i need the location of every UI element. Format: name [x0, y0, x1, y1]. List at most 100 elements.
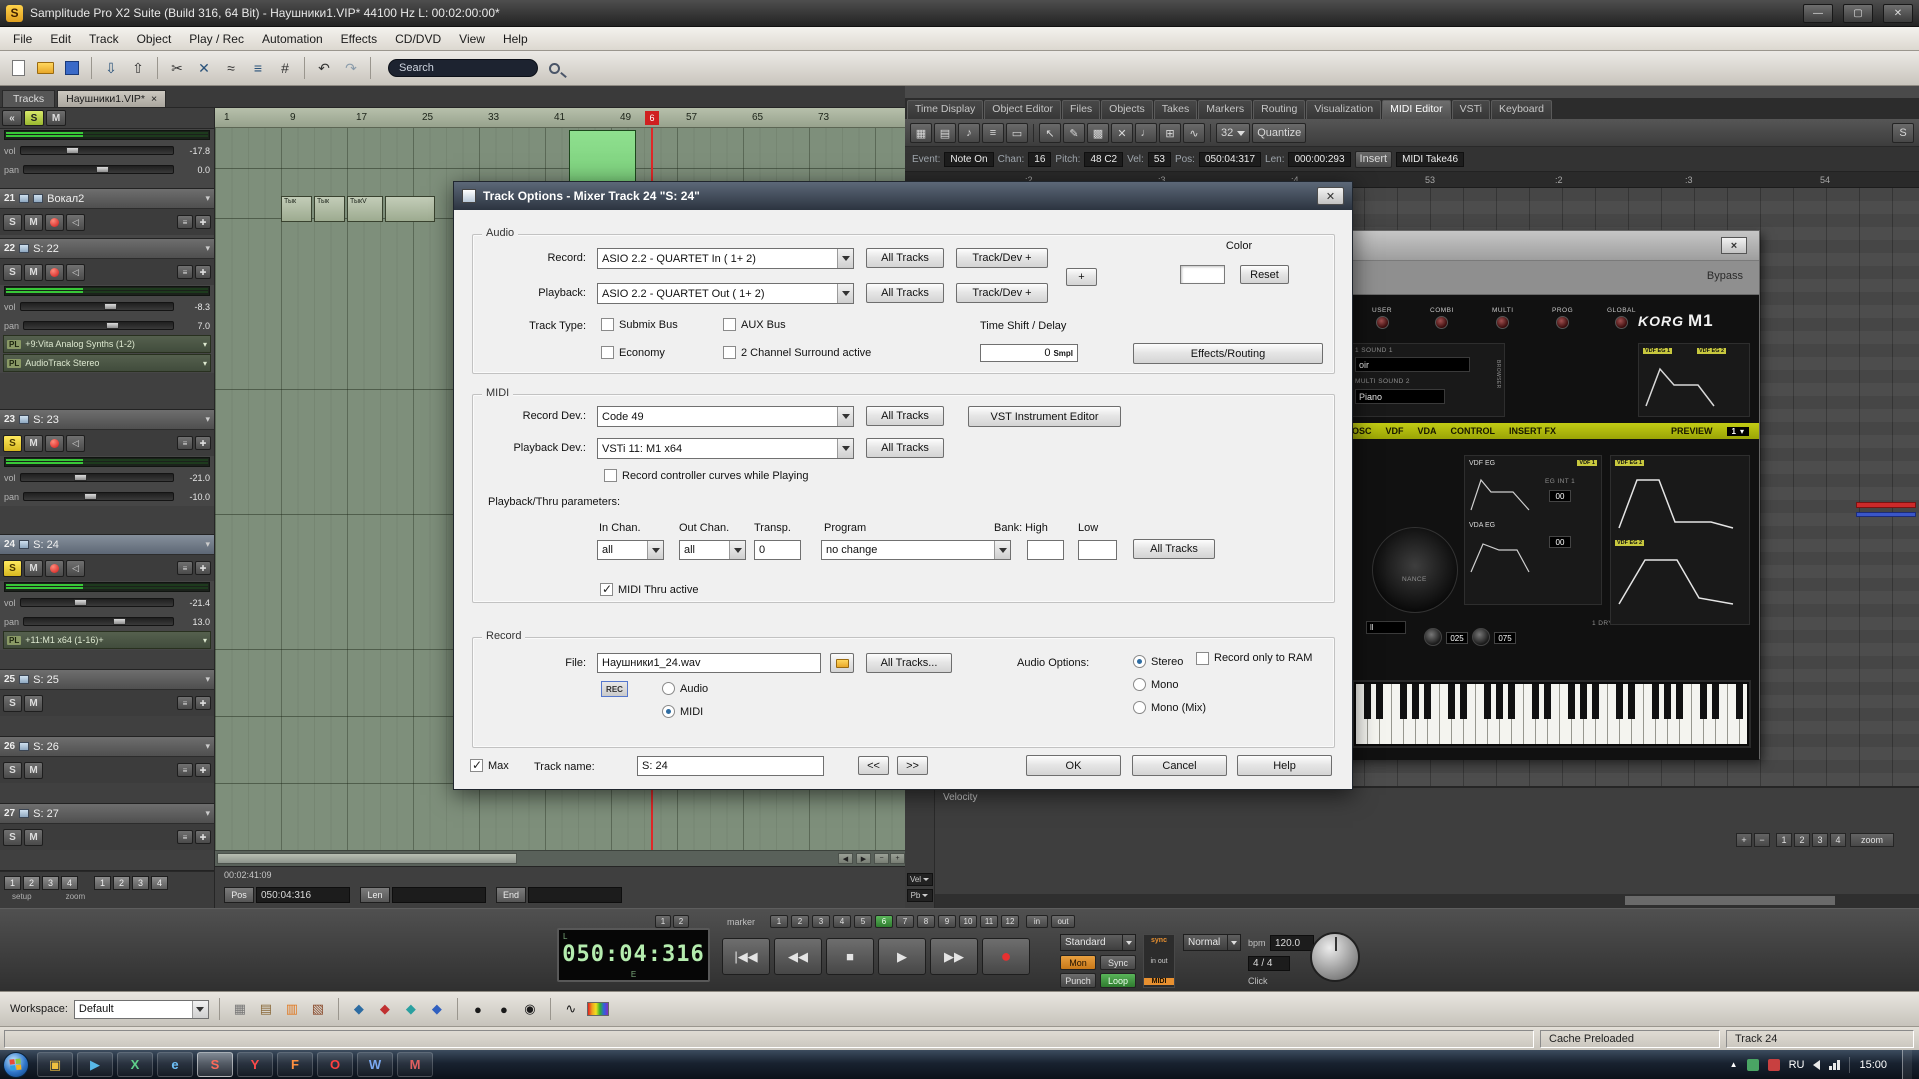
track-settings-icon[interactable]: ✚: [195, 265, 211, 279]
black-keys[interactable]: [1356, 684, 1747, 719]
take-combo[interactable]: MIDI Take46: [1396, 151, 1465, 167]
tab-visualization[interactable]: Visualization: [1306, 100, 1382, 119]
sync-button[interactable]: Sync: [1100, 955, 1136, 970]
track-settings-icon[interactable]: ✚: [195, 696, 211, 710]
sync-midi-panel[interactable]: sync in out MIDI: [1143, 934, 1175, 988]
mute-all-button[interactable]: M: [46, 110, 66, 126]
range-1-button[interactable]: 1: [655, 915, 671, 928]
mute-button[interactable]: M: [24, 761, 43, 779]
bypass-label[interactable]: Bypass: [1707, 270, 1743, 282]
zoom-4-button[interactable]: 4: [151, 876, 168, 890]
plugin-slot[interactable]: PL +11:M1 x64 (1-16)+ ▾: [3, 631, 211, 649]
selection-tool-icon[interactable]: ↖: [1039, 123, 1061, 143]
erase-tool-icon[interactable]: ✕: [1111, 123, 1133, 143]
time-signature-field[interactable]: 4 / 4: [1248, 956, 1290, 971]
freeze-icon[interactable]: ≡: [177, 215, 193, 229]
zoom-out-icon[interactable]: −: [874, 853, 889, 864]
tab-markers[interactable]: Markers: [1198, 100, 1253, 119]
pitchbend-lane-combo[interactable]: Pb: [906, 889, 933, 902]
loop-button[interactable]: Loop: [1100, 973, 1136, 988]
menu-help[interactable]: Help: [494, 28, 537, 50]
zoom-combo[interactable]: zoom: [1850, 833, 1894, 847]
osc-tab[interactable]: OSC: [1352, 426, 1372, 436]
menu-cddvd[interactable]: CD/DVD: [386, 28, 450, 50]
volume-slider[interactable]: [19, 146, 174, 155]
save-project-icon[interactable]: [60, 56, 84, 80]
scroll-right-icon[interactable]: ▶: [856, 853, 871, 864]
pan-slider[interactable]: [23, 165, 174, 174]
tray-app-icon[interactable]: [1767, 1058, 1780, 1071]
grid-view-icon[interactable]: ▦: [230, 999, 250, 1019]
insert-fx-tab[interactable]: INSERT FX: [1509, 426, 1556, 436]
mouse-mode-blue-icon[interactable]: ◉: [520, 999, 540, 1019]
export-audio-icon[interactable]: ⇧: [126, 56, 150, 80]
menu-automation[interactable]: Automation: [253, 28, 332, 50]
tab-keyboard[interactable]: Keyboard: [1491, 100, 1552, 119]
marker-6[interactable]: 6: [645, 111, 659, 125]
tab-objects[interactable]: Objects: [1101, 100, 1153, 119]
mono-mix-radio[interactable]: Mono (Mix): [1133, 701, 1206, 714]
eg-int-value[interactable]: 00: [1549, 490, 1571, 502]
zoom-in-button[interactable]: +: [1736, 833, 1752, 847]
record-file-field[interactable]: Наушники1_24.wav: [597, 653, 821, 673]
stereo-radio[interactable]: Stereo: [1133, 655, 1183, 668]
tab-files[interactable]: Files: [1062, 100, 1101, 119]
audio-object[interactable]: Тык: [314, 196, 345, 222]
punch-in-button[interactable]: in: [1026, 915, 1048, 928]
taskbar-excel[interactable]: X: [117, 1052, 153, 1077]
punch-button[interactable]: Punch: [1060, 973, 1096, 988]
bank-high-field[interactable]: [1027, 540, 1064, 560]
browse-folder-button[interactable]: [830, 653, 854, 673]
menu-edit[interactable]: Edit: [41, 28, 80, 50]
menu-view[interactable]: View: [450, 28, 494, 50]
dry-wet-knob-2[interactable]: [1472, 628, 1490, 646]
ok-button[interactable]: OK: [1026, 755, 1121, 776]
browser-label[interactable]: BROWSER: [1495, 360, 1501, 389]
record-audio-radio[interactable]: Audio: [662, 682, 708, 695]
zoom-preset-4[interactable]: 4: [1830, 833, 1846, 847]
track-header[interactable]: 23 S: 23 ▾: [0, 410, 214, 430]
color-reset-button[interactable]: Reset: [1240, 265, 1289, 284]
glue-tool-icon[interactable]: ∿: [1183, 123, 1205, 143]
freeze-icon[interactable]: ≡: [177, 561, 193, 575]
tab-object-editor[interactable]: Object Editor: [984, 100, 1061, 119]
magnet-tool-icon[interactable]: ⊞: [1159, 123, 1181, 143]
midi-params-all-tracks-button[interactable]: All Tracks: [1133, 539, 1215, 559]
start-button[interactable]: [3, 1051, 29, 1078]
tab-vsti[interactable]: VSTi: [1451, 100, 1490, 119]
collapse-panel-button[interactable]: «: [2, 110, 22, 126]
time-shift-field[interactable]: 0 Smpl: [980, 344, 1078, 362]
freeze-icon[interactable]: ≡: [177, 830, 193, 844]
tempo-mode-combo[interactable]: Normal: [1183, 934, 1241, 951]
sound-name-field[interactable]: oir: [1355, 357, 1470, 372]
setup-3-button[interactable]: 3: [42, 876, 59, 890]
record-all-tracks-button[interactable]: All Tracks: [866, 248, 944, 268]
vda-value[interactable]: 00: [1549, 536, 1571, 548]
quantize-button[interactable]: Quantize: [1252, 123, 1307, 143]
note-tool-icon[interactable]: ♩: [1135, 123, 1157, 143]
multi-knob[interactable]: MULTI: [1492, 307, 1514, 329]
track-settings-icon[interactable]: ✚: [195, 763, 211, 777]
combi-knob[interactable]: COMBI: [1430, 307, 1454, 329]
zoom-2-button[interactable]: 2: [113, 876, 130, 890]
score-editor-icon[interactable]: ▭: [1006, 123, 1028, 143]
click-label[interactable]: Click: [1248, 976, 1268, 986]
cut-icon[interactable]: ✂: [165, 56, 189, 80]
record-arm-button[interactable]: [45, 213, 64, 231]
midi-record-device-combo[interactable]: Code 49: [597, 406, 854, 427]
piano-keyboard[interactable]: [1352, 680, 1751, 748]
mixer-icon[interactable]: ≡: [246, 56, 270, 80]
redo-icon[interactable]: ↷: [339, 56, 363, 80]
user-knob[interactable]: USER: [1372, 307, 1392, 329]
timeline-ruler[interactable]: 19 17 25 33 41 49 57 65 73: [215, 108, 905, 128]
forward-button[interactable]: ▶▶: [930, 938, 978, 975]
color-swatch[interactable]: [1180, 265, 1225, 284]
plugin-slot[interactable]: PL AudioTrack Stereo ▾: [3, 354, 211, 372]
marker-4-button[interactable]: 4: [833, 915, 851, 928]
track-header-active[interactable]: 24 S: 24 ▾: [0, 535, 214, 555]
solo-button[interactable]: S: [3, 263, 22, 281]
marker-5-button[interactable]: 5: [854, 915, 872, 928]
record-button[interactable]: ●: [982, 938, 1030, 975]
tab-routing[interactable]: Routing: [1253, 100, 1306, 119]
marker-7-button[interactable]: 7: [896, 915, 914, 928]
